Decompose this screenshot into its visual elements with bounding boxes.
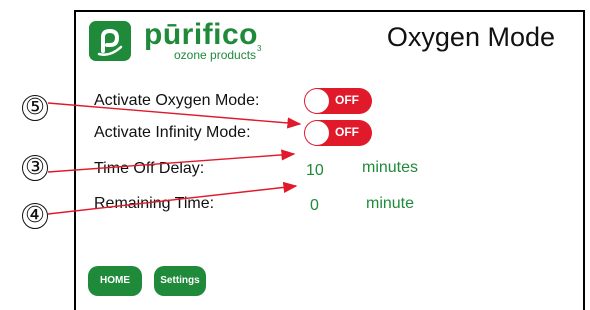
callout-4: ④ — [22, 203, 48, 229]
brand-tagline: ozone products — [174, 48, 257, 62]
time-off-delay-label: Time Off Delay: — [94, 160, 205, 177]
home-button[interactable]: HOME — [88, 266, 142, 296]
infinity-mode-toggle[interactable]: OFF — [304, 120, 372, 146]
callout-3: ③ — [22, 155, 48, 181]
infinity-mode-state: OFF — [335, 125, 359, 139]
remaining-time-label: Remaining Time: — [94, 195, 215, 212]
remaining-time-value: 0 — [310, 197, 319, 214]
device-screen: pūrifico ozone products 3 Oxygen Mode Ac… — [74, 10, 585, 310]
oxygen-mode-label: Activate Oxygen Mode: — [94, 92, 260, 109]
callout-5: ⑤ — [22, 95, 48, 121]
remaining-time-unit: minute — [366, 195, 415, 212]
page-title: Oxygen Mode — [386, 22, 555, 52]
toggle-knob — [305, 89, 329, 113]
time-off-delay-unit: minutes — [362, 159, 419, 176]
brand-name: pūrifico — [144, 18, 258, 51]
settings-button[interactable]: Settings — [154, 266, 206, 296]
time-off-delay-value[interactable]: 10 — [306, 161, 324, 181]
purifico-logo-icon — [89, 21, 131, 61]
oxygen-mode-state: OFF — [335, 93, 359, 107]
infinity-mode-label: Activate Infinity Mode: — [94, 124, 251, 141]
toggle-knob — [305, 121, 329, 145]
brand-superscript: 3 — [257, 44, 262, 53]
oxygen-mode-toggle[interactable]: OFF — [304, 88, 372, 114]
